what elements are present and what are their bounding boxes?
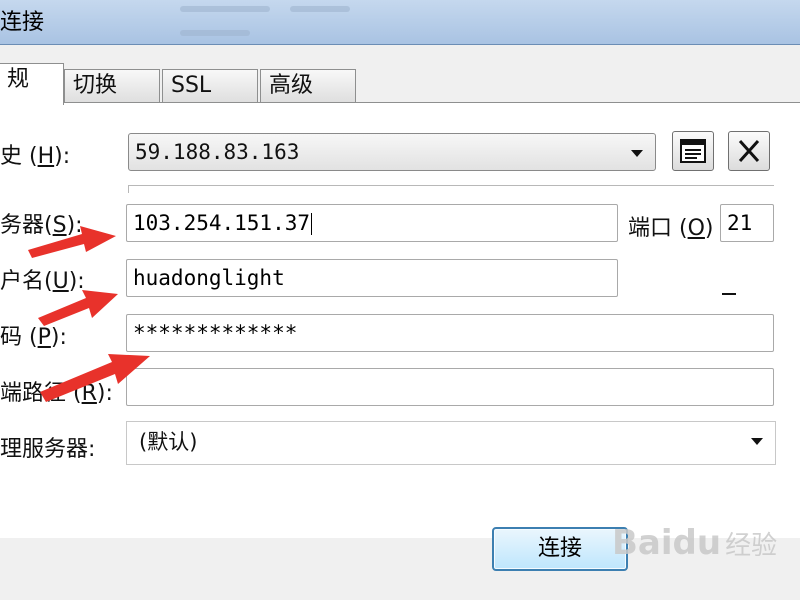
tab-label: 规 — [7, 67, 30, 92]
connect-button-label: 连接 — [537, 536, 582, 561]
tab-label: SSL — [171, 73, 212, 98]
history-label: 史 (H): — [0, 144, 71, 169]
tab-advanced[interactable]: 高级 — [260, 69, 356, 103]
connect-button[interactable]: 连接 — [492, 527, 628, 571]
username-label: 户名(U): — [0, 269, 85, 294]
tab-label: 切换 — [73, 73, 118, 98]
tab-strip: 规 切换 SSL 高级 — [0, 63, 800, 105]
dash-mark — [722, 293, 736, 295]
tab-general[interactable]: 规 — [0, 63, 64, 105]
proxy-label: 理服务器: — [0, 437, 96, 462]
history-combo[interactable]: 59.188.83.163 — [128, 133, 656, 171]
port-value: 21 — [727, 211, 753, 235]
window-titlebar: 连接 — [0, 0, 800, 44]
window-title: 连接 — [0, 10, 45, 35]
tab-failover[interactable]: 切换 — [64, 69, 160, 103]
tab-ssl[interactable]: SSL — [162, 69, 258, 103]
username-input[interactable]: huadonglight — [126, 259, 618, 297]
blurred-background-text — [180, 6, 270, 12]
close-icon — [738, 139, 760, 163]
password-input[interactable]: ************* — [126, 314, 774, 352]
username-value: huadonglight — [133, 266, 285, 290]
connect-dialog: 规 切换 SSL 高级 史 (H): 59.188.83.163 务器(S): … — [0, 44, 800, 600]
remote-path-label: 端路径 (R): — [0, 381, 113, 406]
clear-history-button[interactable] — [728, 131, 770, 171]
site-manager-button[interactable] — [672, 131, 714, 171]
server-value: 103.254.151.37 — [133, 211, 311, 235]
password-label: 码 (P): — [0, 325, 67, 350]
history-value: 59.188.83.163 — [135, 140, 300, 164]
port-label: 端口 (O) — [628, 216, 714, 241]
tab-panel-general: 史 (H): 59.188.83.163 务器(S): 103.254.151.… — [0, 102, 800, 538]
server-input[interactable]: 103.254.151.37 — [126, 204, 618, 242]
remote-path-input[interactable] — [126, 368, 774, 406]
tab-label: 高级 — [269, 73, 314, 98]
blurred-background-text — [290, 6, 350, 12]
proxy-dropdown[interactable]: (默认) — [126, 421, 776, 465]
chevron-down-icon — [631, 150, 643, 157]
divider — [128, 185, 774, 193]
server-label: 务器(S): — [0, 213, 83, 238]
baidu-watermark: Baidu 经验 — [612, 523, 778, 563]
address-book-icon — [680, 139, 706, 163]
port-input[interactable]: 21 — [720, 204, 774, 242]
chevron-down-icon — [751, 438, 763, 445]
blurred-background-text — [180, 30, 250, 36]
password-value: ************* — [133, 321, 298, 345]
text-caret — [311, 213, 313, 235]
proxy-value: (默认) — [139, 430, 198, 454]
